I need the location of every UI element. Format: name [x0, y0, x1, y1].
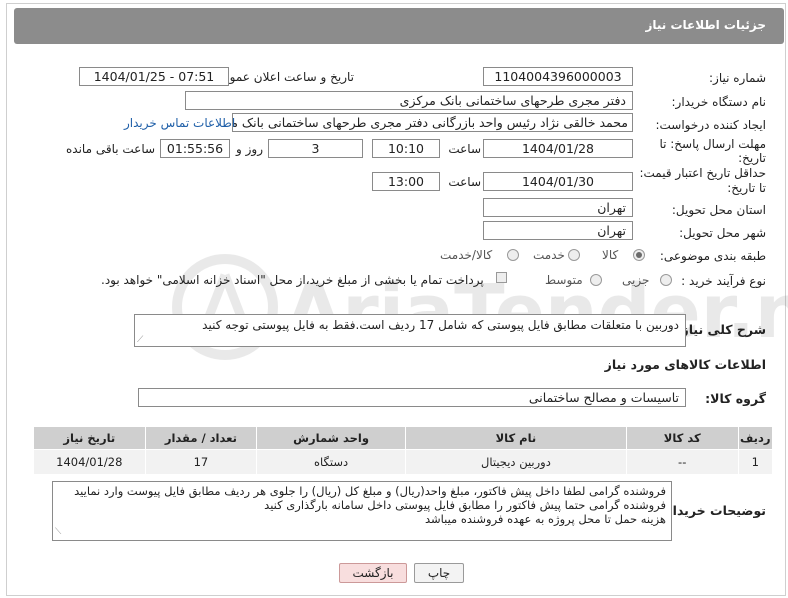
city-field: تهران: [483, 221, 633, 240]
process-radio-minor[interactable]: [660, 274, 672, 286]
category-option-both: کالا/خدمت: [440, 248, 493, 262]
province-field: تهران: [483, 198, 633, 217]
buyer-notes-line-3: هزینه حمل تا محل پروژه به عهده فروشنده م…: [424, 512, 666, 526]
buyer-org-field: دفتر مجری طرحهای ساختمانی بانک مرکزی: [185, 91, 633, 110]
goods-group-label: گروه کالا:: [705, 391, 766, 406]
validity-label: حداقل تاریخ اعتبار قیمت:: [639, 166, 766, 180]
province-label: استان محل تحویل:: [671, 203, 766, 217]
contact-link[interactable]: اطلاعات تماس خریدار: [124, 116, 235, 130]
category-radio-goods[interactable]: [633, 249, 645, 261]
process-label: نوع فرآیند خرید :: [681, 274, 766, 288]
col-quantity: تعداد / مقدار: [144, 426, 258, 450]
col-need-date: تاریخ نیاز: [33, 426, 146, 450]
goods-section-title: اطلاعات کالاهای مورد نیاز: [604, 357, 766, 372]
days-field: 3: [268, 139, 363, 158]
cell-item-code: --: [625, 449, 739, 475]
validity-label-2: تا تاریخ:: [727, 181, 766, 195]
category-option-service: خدمت: [533, 248, 565, 262]
deadline-label-2: تاریخ:: [738, 151, 766, 165]
table-row: 1 -- دوربین دیجیتال دستگاه 17 1404/01/28: [33, 449, 773, 475]
validity-time-label: ساعت: [448, 175, 481, 189]
creator-field: محمد خالقی نژاد رئیس واحد بازرگانی دفتر …: [232, 113, 633, 132]
buyer-org-label: نام دستگاه خریدار:: [671, 95, 767, 109]
payment-note: پرداخت تمام یا بخشی از مبلغ خرید،از محل …: [101, 273, 484, 287]
remaining-label: ساعت باقی مانده: [66, 142, 156, 156]
buyer-notes-line-1: فروشنده گرامی لطفا داخل پیش فاکتور، مبلغ…: [74, 484, 666, 498]
resize-handle-icon: ⟋: [137, 335, 144, 345]
buyer-notes-label: توضیحات خریدار:: [660, 503, 766, 518]
buyer-notes-line-2: فروشنده گرامی حتما پیش فاکتور را مطابق ف…: [264, 498, 666, 512]
need-number-field: 1104004396000003: [483, 67, 633, 86]
validity-time-field: 13:00: [372, 172, 440, 191]
category-radio-both[interactable]: [507, 249, 519, 261]
resize-handle-icon: ⟋: [55, 527, 62, 537]
description-text: دوربین با متعلقات مطابق فایل پیوستی که ش…: [202, 318, 679, 332]
col-row-number: ردیف: [737, 426, 773, 450]
deadline-time-field: 10:10: [372, 139, 440, 158]
col-item-name: نام کالا: [404, 426, 627, 450]
deadline-time-label: ساعت: [448, 142, 481, 156]
back-button[interactable]: بازگشت: [339, 563, 407, 583]
deadline-date-field: 1404/01/28: [483, 139, 633, 158]
process-radio-medium[interactable]: [590, 274, 602, 286]
page-title: جزئیات اطلاعات نیاز: [645, 18, 766, 32]
description-label: شرح کلی نیاز:: [676, 322, 766, 337]
payment-checkbox[interactable]: [496, 272, 507, 283]
cell-need-date: 1404/01/28: [33, 449, 146, 475]
cell-item-name: دوربین دیجیتال: [404, 449, 627, 475]
goods-table-header: ردیف کد کالا نام کالا واحد شمارش تعداد /…: [33, 426, 773, 450]
header-bar: جزئیات اطلاعات نیاز: [14, 8, 784, 44]
remaining-time-field: 01:55:56: [160, 139, 230, 158]
process-option-minor: جزیی: [622, 273, 650, 287]
announce-label: تاریخ و ساعت اعلان عمومی:: [209, 70, 354, 84]
category-option-goods: کالا: [602, 248, 619, 262]
description-field: دوربین با متعلقات مطابق فایل پیوستی که ش…: [134, 314, 686, 347]
creator-label: ایجاد کننده درخواست:: [655, 118, 766, 132]
col-item-code: کد کالا: [625, 426, 739, 450]
days-label: روز و: [236, 142, 263, 156]
deadline-label: مهلت ارسال پاسخ: تا: [659, 137, 766, 151]
print-button[interactable]: چاپ: [414, 563, 464, 583]
category-radio-service[interactable]: [568, 249, 580, 261]
announce-field: 1404/01/25 - 07:51: [79, 67, 229, 86]
buyer-notes-field: فروشنده گرامی لطفا داخل پیش فاکتور، مبلغ…: [52, 481, 672, 541]
category-label: طبقه بندی موضوعی:: [659, 249, 766, 263]
cell-row-number: 1: [737, 449, 773, 475]
process-option-medium: متوسط: [545, 273, 583, 287]
cell-quantity: 17: [144, 449, 258, 475]
validity-date-field: 1404/01/30: [483, 172, 633, 191]
col-unit: واحد شمارش: [256, 426, 406, 450]
cell-unit: دستگاه: [256, 449, 406, 475]
need-number-label: شماره نیاز:: [709, 71, 766, 85]
goods-table: ردیف کد کالا نام کالا واحد شمارش تعداد /…: [33, 426, 773, 475]
goods-group-field: تاسیسات و مصالح ساختمانی: [138, 388, 686, 407]
city-label: شهر محل تحویل:: [679, 226, 766, 240]
